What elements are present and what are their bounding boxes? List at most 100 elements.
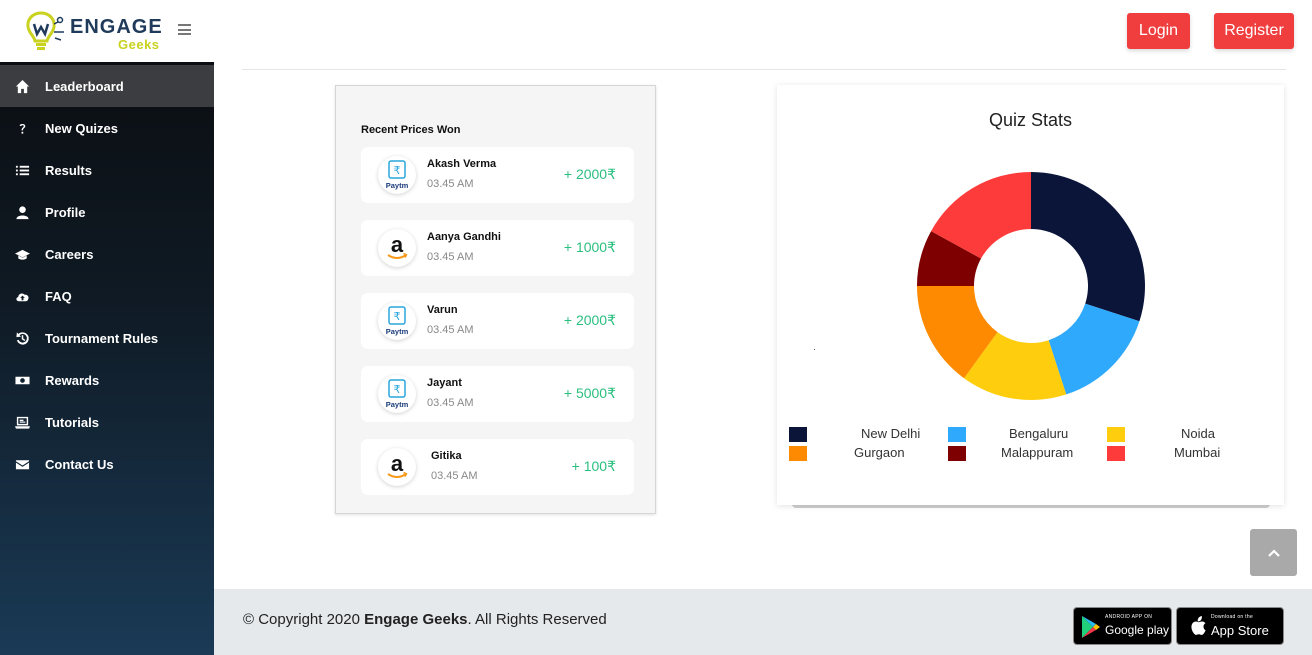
paytm-icon: ₹ Paytm xyxy=(378,375,416,413)
quiz-stats-donut-chart xyxy=(917,172,1145,400)
app-store-badge[interactable]: Download on the App Store xyxy=(1176,607,1284,645)
brand-line1: ENGAGE xyxy=(70,16,163,38)
sidebar-item-results[interactable]: Results xyxy=(0,149,214,191)
legend-label: Noida xyxy=(1181,426,1215,441)
winner-name: Jayant xyxy=(427,377,462,389)
google-play-big-text: Google play xyxy=(1105,623,1170,637)
price-row[interactable]: a Gitika 03.45 AM + 100₹ xyxy=(361,439,634,495)
sidebar-item-label: Leaderboard xyxy=(45,78,124,94)
sidebar-item-faq[interactable]: FAQ xyxy=(0,275,214,317)
legend-swatch xyxy=(1107,446,1125,461)
legend-item-mumbai[interactable]: Mumbai xyxy=(1107,445,1247,461)
amazon-icon: a xyxy=(378,229,416,267)
content-divider xyxy=(242,69,1286,70)
laptop-icon xyxy=(14,414,30,430)
quiz-stats-title: Quiz Stats xyxy=(988,110,1073,130)
engage-geeks-logo[interactable]: ENGAGE Geeks xyxy=(24,10,169,54)
google-play-icon xyxy=(1082,616,1100,638)
sidebar: Leaderboard New Quizes Results Profile C… xyxy=(0,62,214,655)
svg-text:Paytm: Paytm xyxy=(386,181,409,190)
sidebar-item-leaderboard[interactable]: Leaderboard xyxy=(0,65,214,107)
legend-label: Bengaluru xyxy=(1009,426,1069,441)
stray-dot xyxy=(814,349,815,350)
user-icon xyxy=(14,204,30,220)
sidebar-item-label: Tutorials xyxy=(45,414,99,430)
footer: © Copyright 2020 Engage Geeks. All Right… xyxy=(214,589,1312,655)
copyright-text: © Copyright 2020 Engage Geeks. All Right… xyxy=(243,611,607,628)
legend-swatch xyxy=(789,446,807,461)
google-play-small-text: ANDROID APP ON xyxy=(1105,614,1153,620)
legend-label: Gurgaon xyxy=(854,445,905,460)
winner-name: Aanya Gandhi xyxy=(427,231,501,243)
price-row[interactable]: ₹ Paytm Jayant 03.45 AM + 5000₹ xyxy=(361,366,634,422)
login-button[interactable]: Login xyxy=(1127,13,1190,49)
winner-time: 03.45 AM xyxy=(427,178,474,190)
app-store-big-text: App Store xyxy=(1211,623,1269,638)
price-row[interactable]: ₹ Paytm Varun 03.45 AM + 2000₹ xyxy=(361,293,634,349)
legend-swatch xyxy=(948,427,966,442)
sidebar-item-contact-us[interactable]: Contact Us xyxy=(0,443,214,485)
sidebar-item-tournament-rules[interactable]: Tournament Rules xyxy=(0,317,214,359)
recent-prices-title: Recent Prices Won xyxy=(361,124,461,136)
copyright-prefix: © Copyright 2020 xyxy=(243,611,365,628)
scroll-to-top-button[interactable] xyxy=(1250,529,1297,576)
prize-amount: + 1000₹ xyxy=(563,239,616,255)
amazon-icon: a xyxy=(378,448,416,486)
svg-text:a: a xyxy=(391,452,404,476)
winner-time: 03.45 AM xyxy=(427,397,474,409)
svg-text:a: a xyxy=(391,233,404,257)
sidebar-item-tutorials[interactable]: Tutorials xyxy=(0,401,214,443)
register-button[interactable]: Register xyxy=(1214,13,1294,49)
copyright-brand: Engage Geeks xyxy=(364,611,468,628)
sidebar-item-label: Careers xyxy=(45,246,94,262)
winner-time: 03.45 AM xyxy=(427,251,474,263)
brand-line2: Geeks xyxy=(118,37,160,52)
app-store-small-text: Download on the xyxy=(1211,614,1254,620)
envelope-icon xyxy=(14,456,30,472)
sidebar-item-label: Profile xyxy=(45,204,86,220)
list-icon xyxy=(14,162,30,178)
winner-name: Akash Verma xyxy=(427,158,497,170)
sidebar-item-new-quizes[interactable]: New Quizes xyxy=(0,107,214,149)
donut-slice-bengaluru[interactable] xyxy=(1048,303,1140,395)
lightbulb-logo-icon xyxy=(26,11,64,50)
legend-label: New Delhi xyxy=(861,426,921,441)
money-icon xyxy=(14,372,30,388)
svg-text:Paytm: Paytm xyxy=(386,327,409,336)
winner-time: 03.45 AM xyxy=(431,470,478,482)
sidebar-item-profile[interactable]: Profile xyxy=(0,191,214,233)
sidebar-item-careers[interactable]: Careers xyxy=(0,233,214,275)
sidebar-item-label: Rewards xyxy=(45,372,100,388)
question-icon xyxy=(14,120,30,136)
sidebar-item-label: Results xyxy=(45,162,92,178)
sidebar-item-rewards[interactable]: Rewards xyxy=(0,359,214,401)
legend-swatch xyxy=(789,427,807,442)
legend-swatch xyxy=(1107,427,1125,442)
hamburger-menu-icon[interactable] xyxy=(178,24,191,35)
legend-item-bengaluru[interactable]: Bengaluru xyxy=(948,426,1088,442)
apple-icon xyxy=(1191,616,1206,635)
legend-item-gurgaon[interactable]: Gurgaon xyxy=(789,445,929,461)
legend-item-malappuram[interactable]: Malappuram xyxy=(948,445,1088,461)
prize-amount: + 2000₹ xyxy=(563,166,616,182)
winner-name: Varun xyxy=(427,304,458,316)
sidebar-item-label: Contact Us xyxy=(45,456,114,472)
price-row[interactable]: ₹ Paytm Akash Verma 03.45 AM + 2000₹ xyxy=(361,147,634,203)
winner-name: Gitika xyxy=(431,450,462,462)
copyright-suffix: . All Rights Reserved xyxy=(467,611,607,628)
svg-text:₹: ₹ xyxy=(394,310,401,323)
home-icon xyxy=(14,78,30,94)
sidebar-item-label: New Quizes xyxy=(45,120,118,136)
donut-slice-new-delhi[interactable] xyxy=(1031,172,1145,322)
svg-text:₹: ₹ xyxy=(394,164,401,177)
google-play-badge[interactable]: ANDROID APP ON Google play xyxy=(1073,607,1172,645)
legend-item-noida[interactable]: Noida xyxy=(1107,426,1247,442)
legend-swatch xyxy=(948,446,966,461)
legend-label: Malappuram xyxy=(1001,445,1074,460)
price-row[interactable]: a Aanya Gandhi 03.45 AM + 1000₹ xyxy=(361,220,634,276)
svg-text:₹: ₹ xyxy=(394,383,401,396)
legend-item-new-delhi[interactable]: New Delhi xyxy=(789,426,929,442)
paytm-icon: ₹ Paytm xyxy=(378,302,416,340)
recent-prices-card: Recent Prices Won ₹ Paytm Akash Verma 03.… xyxy=(335,85,656,514)
cloud-upload-icon xyxy=(14,288,30,304)
